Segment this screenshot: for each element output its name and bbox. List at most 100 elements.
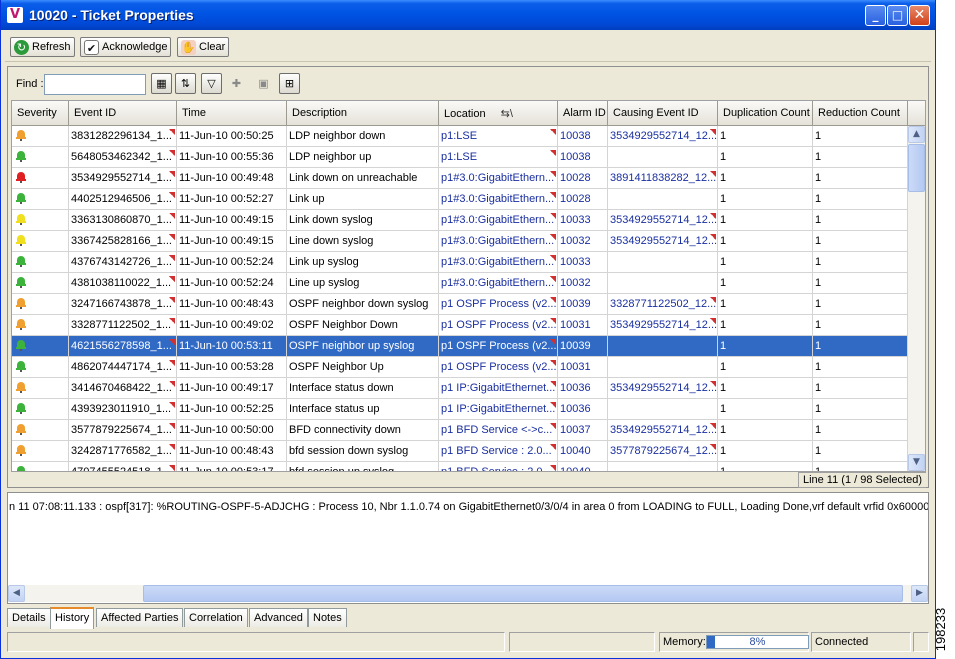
cell-alarm-id[interactable]: 10038 [558,147,608,167]
horizontal-scroll-thumb[interactable] [143,585,903,602]
clear-button[interactable]: ✋ Clear [177,37,230,57]
cell-causing[interactable]: 3534929552714_12... [608,420,718,440]
cell-alarm-id[interactable]: 10032 [558,231,608,251]
table-row[interactable]: 5648053462342_1... 11-Jun-10 00:55:36 LDP … [12,147,908,168]
cell-alarm-id[interactable]: 10031 [558,315,608,335]
cell-alarm-id[interactable]: 10039 [558,294,608,314]
scroll-right-icon[interactable]: ▶ [911,585,928,602]
table-row[interactable]: 3577879225674_1... 11-Jun-10 00:50:00 BFD … [12,420,908,441]
cell-alarm-id[interactable]: 10036 [558,378,608,398]
cell-causing[interactable]: 3577879225674_12... [608,441,718,461]
column-header-severity[interactable]: Severity [12,101,69,126]
cell-alarm-id[interactable]: 10028 [558,189,608,209]
cell-location[interactable]: p1 OSPF Process (v2... [439,315,558,335]
cell-causing[interactable]: 3534929552714_12... [608,210,718,230]
cell-location[interactable]: p1 OSPF Process (v2... [439,336,558,356]
table-row[interactable]: 3414670468422_1... 11-Jun-10 00:49:17 Inte… [12,378,908,399]
tab-advanced[interactable]: Advanced [249,608,308,627]
cell-causing[interactable] [608,336,718,356]
cell-location[interactable]: p1 BFD Service : 2.0... [439,462,558,471]
cell-causing[interactable]: 3891411838282_12... [608,168,718,188]
cell-alarm-id[interactable]: 10032 [558,273,608,293]
scroll-down-icon[interactable]: ▼ [908,454,925,471]
table-row[interactable]: 3363130860870_1... 11-Jun-10 00:49:15 Link… [12,210,908,231]
table-row[interactable]: 3242871776582_1... 11-Jun-10 00:48:43 bfd … [12,441,908,462]
vertical-scrollbar[interactable]: ▲ ▼ [908,126,925,471]
cell-causing[interactable] [608,357,718,377]
table-row[interactable]: 4376743142726_1... 11-Jun-10 00:52:24 Link… [12,252,908,273]
acknowledge-button[interactable]: ✔ Acknowledge [80,37,172,57]
cell-causing[interactable]: 3534929552714_12... [608,231,718,251]
cell-location[interactable]: p1#3.0:GigabitEthern... [439,231,558,251]
horizontal-scrollbar[interactable]: ◀ ▶ [8,585,928,602]
cell-location[interactable]: p1 IP:GigabitEthernet... [439,399,558,419]
cell-alarm-id[interactable]: 10037 [558,420,608,440]
column-header-location[interactable]: Location ⇆\ [439,101,558,126]
close-button[interactable]: ✕ [909,5,930,26]
cell-alarm-id[interactable]: 10038 [558,126,608,146]
cell-alarm-id[interactable]: 10040 [558,441,608,461]
maximize-button[interactable]: □ [887,5,908,26]
tab-correlation[interactable]: Correlation [184,608,248,627]
table-row[interactable]: 3367425828166_1... 11-Jun-10 00:49:15 Line… [12,231,908,252]
table-row[interactable]: 3831282296134_1... 11-Jun-10 00:50:25 LDP … [12,126,908,147]
tab-details[interactable]: Details [7,608,51,627]
find-input[interactable] [44,74,146,95]
resize-grip[interactable] [913,632,929,652]
cell-location[interactable]: p1#3.0:GigabitEthern... [439,189,558,209]
minimize-button[interactable]: _ [865,5,886,26]
export-icon[interactable]: ▣ [253,73,274,94]
scroll-left-icon[interactable]: ◀ [8,585,25,602]
column-header-alarm-id[interactable]: Alarm ID [558,101,608,126]
cell-alarm-id[interactable]: 10028 [558,168,608,188]
cell-location[interactable]: p1 BFD Service : 2.0... [439,441,558,461]
title-bar[interactable]: V 10020 - Ticket Properties _ □ ✕ [1,0,935,30]
table-row[interactable]: 4707455524518_1... 11-Jun-10 00:53:17 bfd … [12,462,908,471]
cell-location[interactable]: p1#3.0:GigabitEthern... [439,210,558,230]
table-row[interactable]: 4393923011910_1... 11-Jun-10 00:52:25 Inte… [12,399,908,420]
tab-history[interactable]: History [50,607,95,629]
cell-alarm-id[interactable]: 10036 [558,399,608,419]
column-header-description[interactable]: Description [287,101,439,126]
cell-alarm-id[interactable]: 10033 [558,252,608,272]
column-header-duplication-count[interactable]: Duplication Count [718,101,813,126]
tab-affected-parties[interactable]: Affected Parties [96,608,184,627]
cell-causing[interactable] [608,189,718,209]
cell-location[interactable]: p1:LSE [439,147,558,167]
cell-causing[interactable] [608,252,718,272]
tab-notes[interactable]: Notes [308,608,347,627]
table-row[interactable]: 4381038110022_1... 11-Jun-10 00:52:24 Line… [12,273,908,294]
column-header-reduction-count[interactable]: Reduction Count [813,101,908,126]
column-header-time[interactable]: Time [177,101,287,126]
table-row[interactable]: 3247166743878_1... 11-Jun-10 00:48:43 OSPF… [12,294,908,315]
filter-icon[interactable]: ▽ [201,73,222,94]
column-header-causing-event-id[interactable]: Causing Event ID [608,101,718,126]
cell-location[interactable]: p1 IP:GigabitEthernet... [439,378,558,398]
column-header-event-id[interactable]: Event ID [69,101,177,126]
table-row[interactable]: 4862074447174_1... 11-Jun-10 00:53:28 OSPF… [12,357,908,378]
table-row[interactable]: 3534929552714_1... 11-Jun-10 00:49:48 Link… [12,168,908,189]
vertical-scroll-thumb[interactable] [908,144,925,192]
table-row[interactable]: 4402512946506_1... 11-Jun-10 00:52:27 Link… [12,189,908,210]
cell-causing[interactable]: 3534929552714_12... [608,378,718,398]
cell-location[interactable]: p1 OSPF Process (v2... [439,357,558,377]
cell-alarm-id[interactable]: 10033 [558,210,608,230]
table-row[interactable]: 3328771122502_1... 11-Jun-10 00:49:02 OSPF… [12,315,908,336]
cell-causing[interactable]: 3534929552714_12... [608,315,718,335]
cell-location[interactable]: p1#3.0:GigabitEthern... [439,252,558,272]
cell-causing[interactable] [608,147,718,167]
cell-location[interactable]: p1 BFD Service <->c... [439,420,558,440]
cell-causing[interactable] [608,399,718,419]
cell-location[interactable]: p1 OSPF Process (v2... [439,294,558,314]
sort-icon[interactable]: ⇅ [175,73,196,94]
cell-causing[interactable]: 3328771122502_12... [608,294,718,314]
cell-causing[interactable] [608,273,718,293]
cell-alarm-id[interactable]: 10040 [558,462,608,471]
cell-causing[interactable]: 3534929552714_12... [608,126,718,146]
column-chooser-icon[interactable]: ⊞ [279,73,300,94]
scroll-up-icon[interactable]: ▲ [908,126,925,143]
refresh-button[interactable]: ↻ Refresh [10,37,75,57]
filter-remove-icon[interactable]: ✚ [226,73,247,94]
cell-location[interactable]: p1:LSE [439,126,558,146]
cell-location[interactable]: p1#3.0:GigabitEthern... [439,273,558,293]
